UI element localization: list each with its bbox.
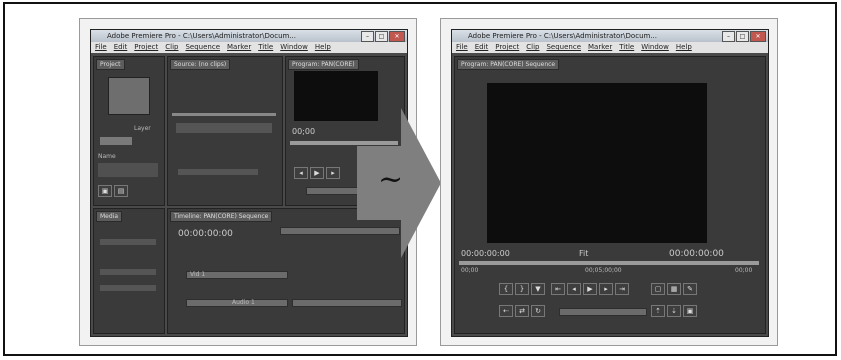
menu-bar: File Edit Project Clip Sequence Marker T… xyxy=(452,42,768,53)
video-track-label: Vid 1 xyxy=(190,271,206,278)
mark-out-icon[interactable]: } xyxy=(515,283,529,295)
minimize-button[interactable]: – xyxy=(361,31,374,42)
name-column-label: Name xyxy=(98,153,116,160)
step-forward-icon[interactable]: ▸ xyxy=(326,167,340,179)
step-forward-icon[interactable]: ▸ xyxy=(599,283,613,295)
window-controls: – □ ✕ xyxy=(361,31,405,42)
menu-edit[interactable]: Edit xyxy=(475,42,489,53)
menu-file[interactable]: File xyxy=(95,42,107,53)
window-controls: – □ ✕ xyxy=(722,31,766,42)
window-title: Adobe Premiere Pro - C:\Users\Administra… xyxy=(452,30,768,42)
media-row[interactable] xyxy=(100,269,156,275)
play-icon[interactable]: ▶ xyxy=(583,283,597,295)
layer-label: Layer xyxy=(134,125,151,132)
menu-title[interactable]: Title xyxy=(619,42,634,53)
minimize-button[interactable]: – xyxy=(722,31,735,42)
tab-source[interactable]: Source: (no clips) xyxy=(170,59,231,70)
maximize-button[interactable]: □ xyxy=(736,31,749,42)
project-list[interactable] xyxy=(98,163,158,177)
new-item-icon[interactable]: ▣ xyxy=(98,185,112,197)
mark-in-icon[interactable]: { xyxy=(499,283,513,295)
step-back-icon[interactable]: ◂ xyxy=(567,283,581,295)
tab-program[interactable]: Program: PAN(CORE) xyxy=(288,59,359,70)
source-jog[interactable] xyxy=(178,169,258,175)
ruler-middle: 00;05;00;00 xyxy=(585,267,622,274)
project-panel: Project Layer Name ▣ ▤ xyxy=(93,56,165,206)
ruler-end: 00;00 xyxy=(735,267,753,274)
menu-help[interactable]: Help xyxy=(676,42,692,53)
menu-bar: File Edit Project Clip Sequence Marker T… xyxy=(91,42,407,53)
tilde-symbol: ~ xyxy=(378,162,404,197)
source-panel: Source: (no clips) xyxy=(167,56,283,206)
play-in-to-out-icon[interactable]: ⇄ xyxy=(515,305,529,317)
clip-thumbnail xyxy=(108,77,150,115)
program-timecode-right: 00:00:00:00 xyxy=(669,249,724,259)
program-monitor-panel: Program: PAN(CORE) Sequence 00:00:00:00 … xyxy=(454,56,766,334)
program-video-preview xyxy=(487,83,707,243)
program-timecode: 00;00 xyxy=(292,127,316,136)
lift-icon[interactable]: ⇡ xyxy=(651,305,665,317)
bin-icon[interactable]: ▤ xyxy=(114,185,128,197)
right-screenshot: Adobe Premiere Pro - C:\Users\Administra… xyxy=(440,18,778,346)
program-scrub-bar[interactable] xyxy=(459,261,759,265)
close-button[interactable]: ✕ xyxy=(750,31,766,42)
fit-dropdown[interactable]: Fit xyxy=(579,249,588,258)
extract-icon[interactable]: ⇣ xyxy=(667,305,681,317)
media-row[interactable] xyxy=(100,285,156,291)
menu-edit[interactable]: Edit xyxy=(114,42,128,53)
media-panel: Media xyxy=(93,208,165,334)
tab-media[interactable]: Media xyxy=(96,211,123,222)
menu-clip[interactable]: Clip xyxy=(526,42,539,53)
wrench-icon[interactable]: ✎ xyxy=(683,283,697,295)
audio-track-label: Audio 1 xyxy=(232,299,255,306)
menu-clip[interactable]: Clip xyxy=(165,42,178,53)
output-icon[interactable]: ▦ xyxy=(667,283,681,295)
audio-track-2[interactable] xyxy=(292,299,402,307)
premiere-window-right: Adobe Premiere Pro - C:\Users\Administra… xyxy=(451,29,769,337)
menu-marker[interactable]: Marker xyxy=(588,42,612,53)
window-title: Adobe Premiere Pro - C:\Users\Administra… xyxy=(91,30,407,42)
menu-project[interactable]: Project xyxy=(495,42,519,53)
program-timecode-left: 00:00:00:00 xyxy=(461,249,510,258)
safe-margins-icon[interactable]: ▢ xyxy=(651,283,665,295)
timeline-timecode: 00:00:00:00 xyxy=(178,229,233,239)
menu-sequence[interactable]: Sequence xyxy=(185,42,220,53)
close-button[interactable]: ✕ xyxy=(389,31,405,42)
jog-shuttle[interactable] xyxy=(559,308,647,316)
menu-marker[interactable]: Marker xyxy=(227,42,251,53)
source-ruler[interactable] xyxy=(172,113,276,116)
ruler-start: 00;00 xyxy=(461,267,479,274)
menu-help[interactable]: Help xyxy=(315,42,331,53)
menu-file[interactable]: File xyxy=(456,42,468,53)
play-icon[interactable]: ▶ xyxy=(310,167,324,179)
tab-timeline[interactable]: Timeline: PAN(CORE) Sequence xyxy=(170,211,273,222)
shuttle-left-icon[interactable]: ⇠ xyxy=(499,305,513,317)
step-back-icon[interactable]: ◂ xyxy=(294,167,308,179)
media-row[interactable] xyxy=(100,239,156,245)
export-frame-icon[interactable]: ▣ xyxy=(683,305,697,317)
marker-icon[interactable]: ▼ xyxy=(531,283,545,295)
menu-sequence[interactable]: Sequence xyxy=(546,42,581,53)
loop-icon[interactable]: ↻ xyxy=(531,305,545,317)
menu-project[interactable]: Project xyxy=(134,42,158,53)
menu-title[interactable]: Title xyxy=(258,42,273,53)
source-controls[interactable] xyxy=(176,123,272,133)
go-to-in-icon[interactable]: ⇤ xyxy=(551,283,565,295)
tab-project[interactable]: Project xyxy=(96,59,125,70)
project-field[interactable] xyxy=(100,137,132,145)
menu-window[interactable]: Window xyxy=(641,42,669,53)
menu-window[interactable]: Window xyxy=(280,42,308,53)
go-to-out-icon[interactable]: ⇥ xyxy=(615,283,629,295)
maximize-button[interactable]: □ xyxy=(375,31,388,42)
tab-program[interactable]: Program: PAN(CORE) Sequence xyxy=(457,59,560,70)
